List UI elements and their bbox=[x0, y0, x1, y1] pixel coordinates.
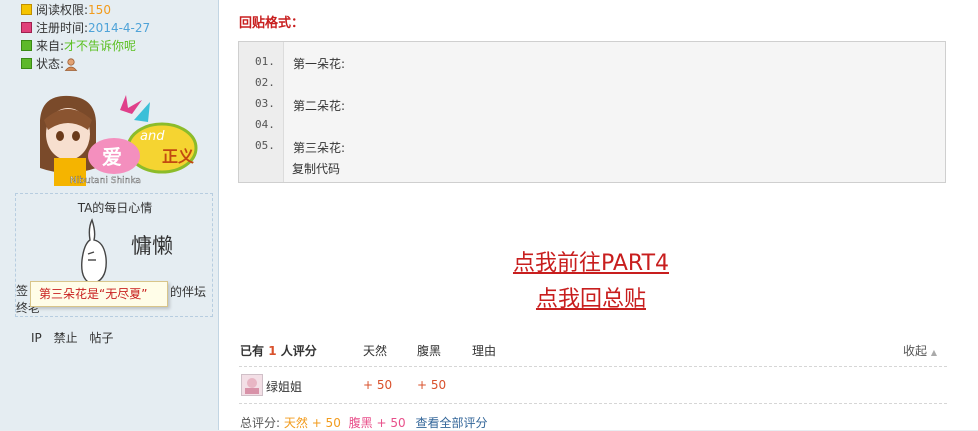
mood-value: 慵懒 bbox=[131, 234, 173, 258]
avatar-name-text: Nibutani Shinka bbox=[70, 176, 141, 186]
total-natural: 天然 + 50 bbox=[283, 416, 341, 430]
line-number: 04. bbox=[255, 118, 275, 131]
location-icon bbox=[21, 40, 32, 51]
col-natural: 天然 bbox=[363, 344, 388, 358]
mood-title: TA的每日心情 bbox=[77, 201, 153, 215]
rating-header: 已有 1 人评分 天然 腹黑 理由 收起 ▲ bbox=[239, 342, 947, 367]
register-time-label: 注册时间: bbox=[36, 21, 89, 35]
line-number: 05. bbox=[255, 139, 275, 152]
read-permission-value: 150 bbox=[88, 2, 111, 17]
view-all-ratings-link[interactable]: 查看全部评分 bbox=[415, 416, 487, 430]
offline-user-icon bbox=[64, 57, 78, 71]
rating-row: 绿姐姐 + 50 + 50 bbox=[239, 371, 947, 404]
read-permission-label: 阅读权限: bbox=[36, 3, 89, 17]
avatar[interactable]: 爱 and 正义 Nibutani Shinka bbox=[22, 90, 202, 188]
code-line: 第三朵花: bbox=[293, 141, 346, 155]
code-line: 第二朵花: bbox=[293, 99, 346, 113]
status-row: 状态: bbox=[21, 55, 78, 72]
line-number: 02. bbox=[255, 76, 275, 89]
total-label: 总评分: bbox=[240, 416, 281, 430]
rating-total: 总评分: 天然 + 50 腹黑 + 50 查看全部评分 bbox=[240, 414, 487, 431]
signature-tooltip: 第三朵花是“无尽夏” bbox=[30, 281, 168, 307]
rater-name[interactable]: 绿姐姐 bbox=[266, 378, 302, 395]
register-time-icon bbox=[21, 22, 32, 33]
reply-format-title: 回贴格式： bbox=[239, 16, 305, 31]
rating-prefix: 已有 bbox=[240, 344, 265, 358]
ip-link[interactable]: IP bbox=[31, 331, 42, 345]
status-label: 状态: bbox=[36, 57, 65, 71]
line-number: 01. bbox=[255, 55, 275, 68]
line-number: 03. bbox=[255, 97, 275, 110]
read-permission-icon bbox=[21, 4, 32, 15]
avatar-caption-and: and bbox=[140, 129, 165, 144]
from-label: 来自: bbox=[36, 39, 65, 53]
col-scheming: 腹黑 bbox=[417, 344, 442, 358]
lazy-bunny-icon bbox=[81, 218, 107, 285]
total-scheming: 腹黑 + 50 bbox=[348, 416, 406, 430]
rating-natural-value: + 50 bbox=[363, 378, 393, 392]
user-actions: IP 禁止 帖子 bbox=[31, 329, 121, 346]
part4-link[interactable]: 点我前往PART4 bbox=[219, 245, 963, 277]
signature-right: 的伴坛 bbox=[170, 285, 207, 299]
rater-avatar-image bbox=[245, 378, 259, 394]
register-time-row: 注册时间: 2014-4-27 bbox=[21, 19, 150, 36]
main-thread-link[interactable]: 点我回总贴 bbox=[219, 281, 963, 313]
status-flag-icon bbox=[21, 58, 32, 69]
code-line: 第一朵花: bbox=[293, 57, 346, 71]
avatar-caption-love: 爱 bbox=[102, 145, 122, 169]
collapse-label: 收起 bbox=[903, 344, 928, 358]
collapse-arrow-icon: ▲ bbox=[930, 348, 937, 357]
posts-link[interactable]: 帖子 bbox=[89, 331, 113, 345]
rating-suffix: 人评分 bbox=[280, 344, 317, 358]
post-content: 回贴格式： 01. 02. 03. 04. 05. 第一朵花: 第二朵花: 第三… bbox=[219, 0, 978, 430]
from-value: 才不告诉你呢 bbox=[64, 39, 137, 53]
avatar-caption-justice: 正义 bbox=[162, 147, 194, 166]
ban-link[interactable]: 禁止 bbox=[54, 331, 78, 345]
code-block: 01. 02. 03. 04. 05. 第一朵花: 第二朵花: 第三朵花: 复制… bbox=[238, 41, 946, 183]
copy-code-button[interactable]: 复制代码 bbox=[292, 160, 340, 177]
rater-avatar[interactable] bbox=[241, 374, 263, 396]
rating-scheming-value: + 50 bbox=[417, 378, 447, 392]
collapse-button[interactable]: 收起 ▲ bbox=[903, 342, 937, 359]
col-reason: 理由 bbox=[472, 344, 497, 358]
register-time-value: 2014-4-27 bbox=[88, 20, 151, 35]
rating-count: 1 bbox=[268, 344, 277, 358]
from-row: 来自: 才不告诉你呢 bbox=[21, 37, 136, 54]
read-permission-row: 阅读权限: 150 bbox=[21, 1, 111, 18]
rating-count-text: 已有 1 人评分 bbox=[240, 342, 317, 359]
user-profile-sidebar: 阅读权限: 150 注册时间: 2014-4-27 来自: 才不告诉你呢 状态:… bbox=[0, 0, 219, 430]
